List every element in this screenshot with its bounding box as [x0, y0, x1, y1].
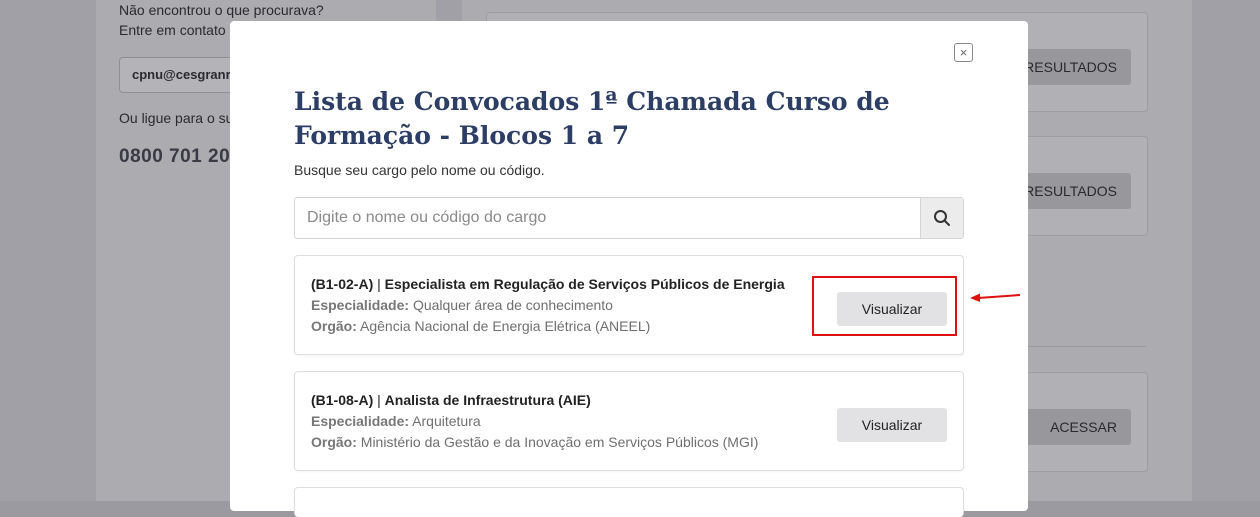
specialty-value: Qualquer área de conhecimento [412, 297, 613, 313]
result-specialty: Especialidade: Arquitetura [311, 413, 481, 429]
agency-label: Orgão: [311, 434, 357, 450]
close-button[interactable]: × [954, 43, 973, 62]
convocados-modal: × Lista de Convocados 1ª Chamada Curso d… [230, 21, 1028, 517]
search-input[interactable] [295, 198, 921, 238]
help-heading: Não encontrou o que procurava? [119, 2, 324, 18]
specialty-label: Especialidade: [311, 413, 410, 429]
result-code: (B1-08-A) [311, 392, 374, 408]
search-icon [934, 210, 950, 226]
result-code: (B1-02-A) [311, 276, 374, 292]
result-title: Analista de Infraestrutura (AIE) [384, 392, 591, 408]
modal-title: Lista de Convocados 1ª Chamada Curso de … [294, 87, 890, 150]
agency-value: Ministério da Gestão e da Inovação em Se… [360, 434, 759, 450]
phone-prompt: Ou ligue para o su [119, 110, 234, 126]
search-button[interactable] [920, 198, 963, 238]
visualize-button[interactable]: Visualizar [837, 408, 947, 442]
result-title: Especialista em Regulação de Serviços Pú… [384, 276, 785, 292]
result-agency: Orgão: Ministério da Gestão e da Inovaçã… [311, 434, 758, 450]
phone-number: 0800 701 20 [119, 146, 231, 167]
result-card: (B1-08-A) | Analista de Infraestrutura (… [294, 371, 964, 471]
specialty-value: Arquitetura [412, 413, 481, 429]
result-title-line: (B1-08-A) | Analista de Infraestrutura (… [311, 392, 591, 408]
email-value: cpnu@cesgranr [132, 67, 231, 82]
agency-value: Agência Nacional de Energia Elétrica (AN… [360, 318, 651, 334]
specialty-label: Especialidade: [311, 297, 410, 313]
search-box [294, 197, 964, 239]
modal-subtitle: Busque seu cargo pelo nome ou código. [294, 162, 545, 178]
result-separator: | [377, 392, 381, 408]
agency-label: Orgão: [311, 318, 357, 334]
result-card [294, 487, 964, 517]
highlight-box [812, 276, 957, 336]
result-separator: | [377, 276, 381, 292]
close-icon: × [959, 45, 968, 60]
result-agency: Orgão: Agência Nacional de Energia Elétr… [311, 318, 650, 334]
annotation-arrow-icon [970, 293, 1021, 302]
help-contact-text: Entre em contato [119, 22, 226, 38]
result-specialty: Especialidade: Qualquer área de conhecim… [311, 297, 613, 313]
result-title-line: (B1-02-A) | Especialista em Regulação de… [311, 276, 785, 292]
